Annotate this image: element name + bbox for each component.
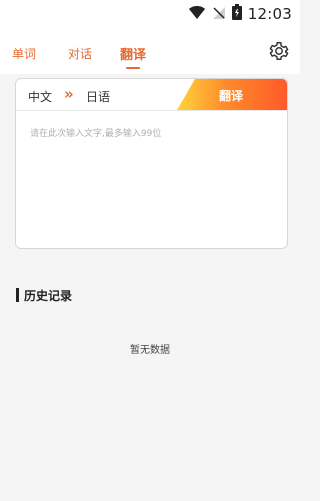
battery-icon bbox=[231, 4, 242, 24]
status-icons: 12:03 bbox=[188, 4, 292, 24]
no-signal-icon bbox=[212, 5, 226, 24]
history-section-title: 历史记录 bbox=[16, 287, 72, 303]
top-nav: 单词 对话 翻译 bbox=[0, 28, 300, 74]
tab-translate[interactable]: 翻译 bbox=[120, 44, 146, 63]
section-marker bbox=[16, 288, 19, 302]
active-tab-indicator bbox=[126, 67, 140, 69]
swap-languages-icon[interactable]: » bbox=[64, 85, 74, 103]
translate-panel: 中文 » 日语 翻译 bbox=[15, 78, 288, 249]
translate-button[interactable]: 翻译 bbox=[177, 79, 287, 110]
target-language[interactable]: 日语 bbox=[86, 88, 110, 105]
tab-dialogue[interactable]: 对话 bbox=[68, 45, 92, 62]
source-language[interactable]: 中文 bbox=[28, 88, 52, 105]
language-selector-row: 中文 » 日语 翻译 bbox=[16, 79, 287, 111]
history-title: 历史记录 bbox=[24, 288, 73, 303]
gear-icon[interactable] bbox=[268, 40, 290, 62]
tab-words[interactable]: 单词 bbox=[12, 45, 36, 62]
history-empty-state: 暂无数据 bbox=[130, 345, 170, 356]
translation-input[interactable] bbox=[28, 124, 280, 238]
wifi-icon bbox=[188, 5, 206, 24]
status-time: 12:03 bbox=[247, 5, 292, 23]
translate-button-label: 翻译 bbox=[218, 89, 243, 103]
status-bar: 12:03 bbox=[0, 0, 300, 28]
